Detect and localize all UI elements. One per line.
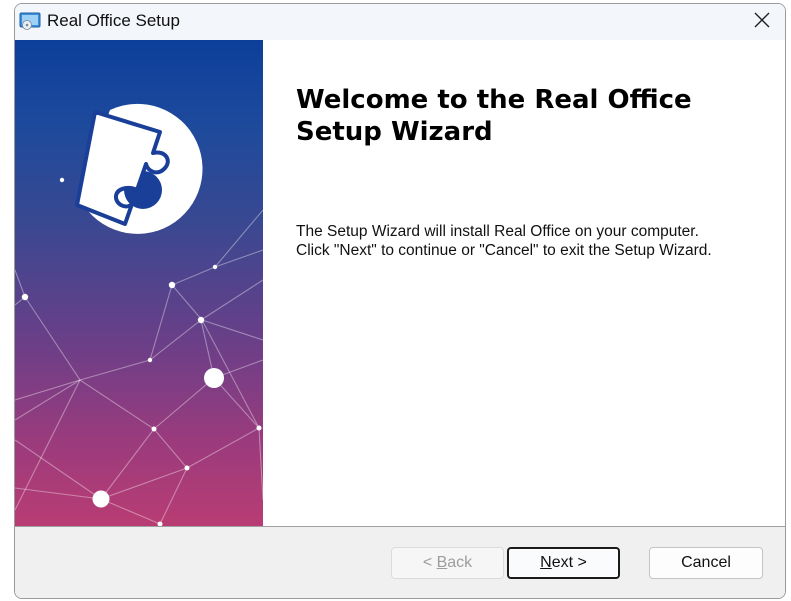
- title-bar[interactable]: Real Office Setup: [15, 4, 785, 40]
- next-button[interactable]: Next >: [507, 547, 620, 579]
- close-button[interactable]: [739, 4, 785, 40]
- window-title: Real Office Setup: [47, 11, 180, 30]
- back-button-accel: B: [436, 554, 448, 571]
- wizard-content: Welcome to the Real Office Setup Wizard …: [263, 40, 785, 527]
- wizard-banner: [15, 40, 263, 527]
- back-button-prefix: <: [422, 554, 437, 571]
- setup-window: Real Office Setup Welcome to the Real Of…: [14, 3, 786, 599]
- installer-disc-icon: [19, 12, 41, 30]
- wizard-description: The Setup Wizard will install Real Offic…: [296, 222, 756, 260]
- cancel-button-label: Cancel: [681, 554, 731, 571]
- close-icon: [754, 12, 770, 33]
- puzzle-disc-logo: [75, 103, 203, 234]
- next-button-accel: N: [540, 554, 552, 571]
- back-button[interactable]: < Back: [391, 547, 504, 579]
- wizard-footer: < Back Next > Cancel: [15, 527, 785, 598]
- description-line-1: The Setup Wizard will install Real Offic…: [296, 223, 699, 240]
- back-button-rest: ack: [447, 554, 473, 571]
- description-line-2: Click "Next" to continue or "Cancel" to …: [296, 242, 712, 259]
- page-title: Welcome to the Real Office Setup Wizard: [296, 85, 692, 147]
- next-button-rest: ext >: [551, 554, 587, 571]
- banner-network-graphic: [15, 103, 263, 527]
- cancel-button[interactable]: Cancel: [649, 547, 763, 579]
